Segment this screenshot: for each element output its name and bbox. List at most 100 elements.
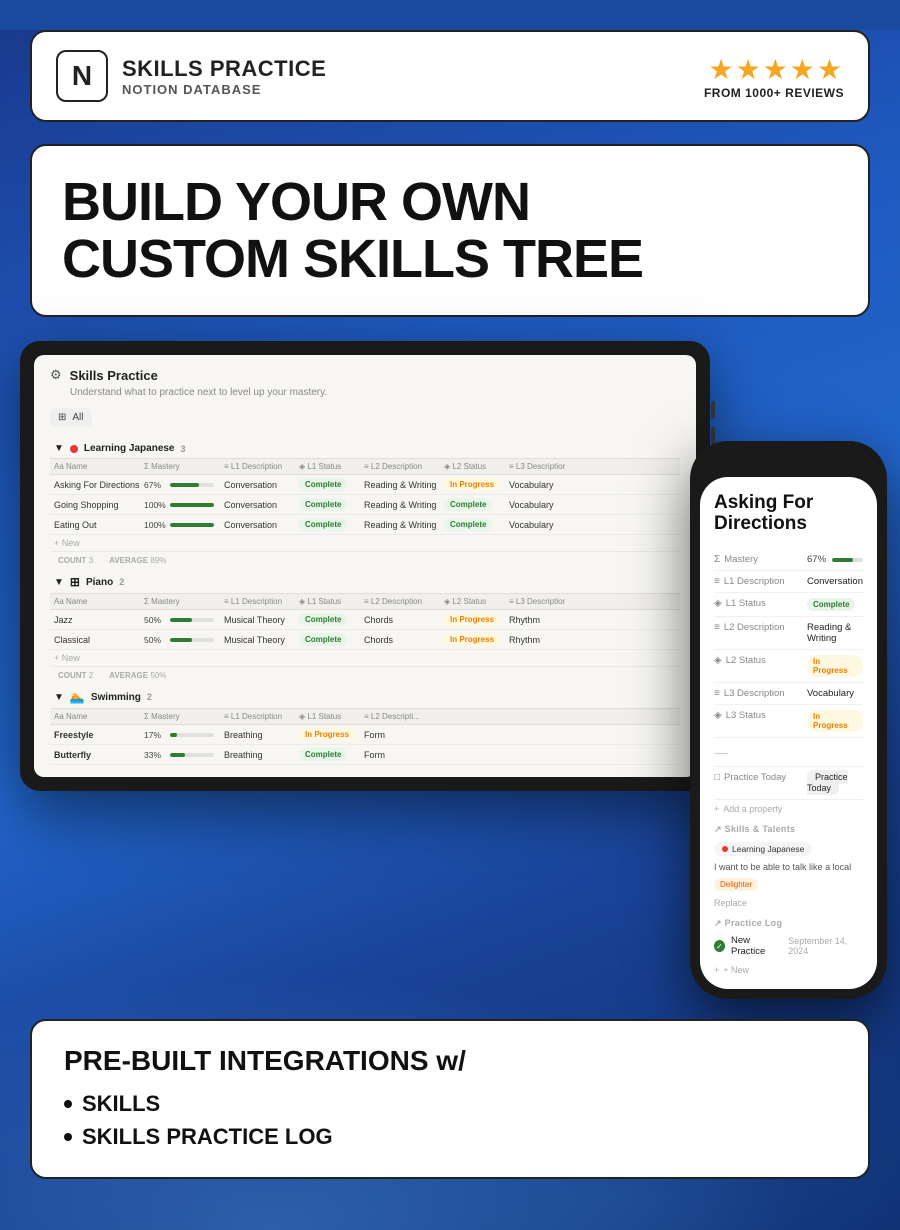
table-row[interactable]: Eating Out 100% Conversation Complete Re… xyxy=(50,515,680,535)
cell-l2desc: Reading & Writing xyxy=(360,477,440,493)
app-header: ⚙ Skills Practice xyxy=(50,367,680,383)
prop-value-l2desc: Reading & Writing xyxy=(807,622,863,644)
group-dot-japanese xyxy=(70,445,78,453)
cell-mastery: 100% xyxy=(140,517,220,533)
cell-l1status: Complete xyxy=(295,515,360,534)
cell-l2desc: Chords xyxy=(360,612,440,628)
table-row[interactable]: Classical 50% Musical Theory Complete Ch… xyxy=(50,630,680,650)
prop-skills-relation[interactable]: Learning Japanese I want to be able to t… xyxy=(714,837,863,896)
grid-view-icon: ⊞ xyxy=(58,412,66,423)
col-l3desc: ≡ L3 Description xyxy=(505,459,565,474)
cell-name: Going Shopping xyxy=(50,497,140,513)
col-l2status: ◈ L2 Status xyxy=(440,459,505,474)
tablet-screen: ⚙ Skills Practice Understand what to pra… xyxy=(34,355,696,777)
prop-l1status: ◈ L1 Status Complete xyxy=(714,593,863,617)
cell-l2desc: Reading & Writing xyxy=(360,497,440,513)
cell-mastery: 67% xyxy=(140,477,220,493)
col-headers-japanese: Aa Name Σ Mastery ≡ L1 Description ◈ L1 … xyxy=(50,458,680,475)
bottom-card: PRE-BUILT INTEGRATIONS w/ SKILLS SKILLS … xyxy=(30,1019,870,1179)
cell-mastery: 50% xyxy=(140,632,220,648)
cell-l2desc: Form xyxy=(360,727,440,743)
cell-l1status: Complete xyxy=(295,475,360,494)
relation-desc: I want to be able to talk like a local xyxy=(714,862,851,872)
log-new-button[interactable]: + + New xyxy=(714,961,863,979)
bullet-icon xyxy=(64,1133,72,1141)
prop-label-l3desc: ≡ L3 Description xyxy=(714,688,799,699)
header-right: ★★★★★ FROM 1000+ REVIEWS xyxy=(704,53,844,100)
cell-mastery: 50% xyxy=(140,612,220,628)
table-row[interactable]: Going Shopping 100% Conversation Complet… xyxy=(50,495,680,515)
col-name: Aa Name xyxy=(50,709,140,724)
cell-mastery: 17% xyxy=(140,727,220,743)
prop-label-mastery: Σ Mastery xyxy=(714,554,799,565)
table-row[interactable]: Asking For Directions 67% Conversation C… xyxy=(50,475,680,495)
relation-tag[interactable]: Learning Japanese xyxy=(714,842,812,856)
notion-app: ⚙ Skills Practice Understand what to pra… xyxy=(34,355,696,777)
col-l2desc: ≡ L2 Descripti... xyxy=(360,709,440,724)
status-icon: ◈ xyxy=(714,598,722,609)
prop-label-l1desc: ≡ L1 Description xyxy=(714,576,799,587)
cell-l3desc: Vocabulary xyxy=(505,517,565,533)
cell-l1desc: Conversation xyxy=(220,477,295,493)
view-toggle[interactable]: ⊞ All xyxy=(50,408,92,427)
col-name: Aa Name xyxy=(50,594,140,609)
replace-label[interactable]: Replace xyxy=(714,896,863,912)
table-row[interactable]: Freestyle 17% Breathing In Progress Form xyxy=(50,725,680,745)
relation-dot xyxy=(722,846,728,852)
divider: — xyxy=(714,738,863,767)
group-header-piano[interactable]: ▼ ⊞ Piano 2 xyxy=(50,569,680,593)
star-rating: ★★★★★ xyxy=(704,53,844,86)
col-l1status: ◈ L1 Status xyxy=(295,594,360,609)
cell-mastery: 33% xyxy=(140,747,220,763)
prop-value-l3status: In Progress xyxy=(807,710,863,732)
cell-l2status: Complete xyxy=(440,515,505,534)
list-item: SKILLS xyxy=(64,1087,836,1120)
group-japanese: ▼ Learning Japanese 3 Aa Name Σ Mastery … xyxy=(50,437,680,569)
prop-value-l1desc: Conversation xyxy=(807,576,863,587)
swimming-icon: 🏊 xyxy=(70,690,85,704)
group-footer-japanese: COUNT 3 AVERAGE 89% xyxy=(50,551,680,569)
cell-l1desc: Musical Theory xyxy=(220,612,295,628)
prop-l2desc: ≡ L2 Description Reading & Writing xyxy=(714,617,863,650)
phone-mockup: Asking For Directions Σ Mastery 67% ≡ xyxy=(690,441,887,999)
cell-name: Asking For Directions xyxy=(50,477,140,493)
new-row-japanese[interactable]: + New xyxy=(50,535,680,551)
cell-name: Freestyle xyxy=(50,727,140,743)
prop-label-practice: □ Practice Today xyxy=(714,772,799,783)
practice-log-section-label: ↗ Practice Log xyxy=(714,912,863,931)
prop-value-practice[interactable]: Practice Today xyxy=(807,772,863,794)
practice-log-entry[interactable]: ✓ New Practice September 14, 2024 xyxy=(714,931,863,961)
col-l2status: ◈ L2 Status xyxy=(440,594,505,609)
header-card: N SKILLS PRACTICE NOTION DATABASE ★★★★★ … xyxy=(30,30,870,122)
phone-content: Asking For Directions Σ Mastery 67% ≡ xyxy=(700,483,877,989)
cell-l1desc: Conversation xyxy=(220,517,295,533)
table-row[interactable]: Jazz 50% Musical Theory Complete Chords … xyxy=(50,610,680,630)
phone-page-title: Asking For Directions xyxy=(714,493,863,535)
collapse-icon: ▼ xyxy=(54,692,64,703)
group-header-swimming[interactable]: ▼ 🏊 Swimming 2 xyxy=(50,684,680,708)
cell-l1desc: Breathing xyxy=(220,727,295,743)
header-left: N SKILLS PRACTICE NOTION DATABASE xyxy=(56,50,326,102)
list-icon: ≡ xyxy=(714,576,720,587)
review-count: FROM 1000+ REVIEWS xyxy=(704,86,844,100)
col-headers-swimming: Aa Name Σ Mastery ≡ L1 Description ◈ L1 … xyxy=(50,708,680,725)
cell-l2status: Complete xyxy=(440,495,505,514)
add-property[interactable]: + Add a property xyxy=(714,800,863,818)
col-mastery: Σ Mastery xyxy=(140,594,220,609)
cell-l2status: In Progress xyxy=(440,630,505,649)
cell-l3desc: Rhythm xyxy=(505,632,565,648)
group-count-swimming: 2 xyxy=(147,692,152,702)
bottom-title: PRE-BUILT INTEGRATIONS w/ xyxy=(64,1045,836,1077)
list-item: SKILLS PRACTICE LOG xyxy=(64,1120,836,1153)
group-count-japanese: 3 xyxy=(181,444,186,454)
group-name-piano: Piano xyxy=(86,577,113,588)
new-row-piano[interactable]: + New xyxy=(50,650,680,666)
prop-l3desc: ≡ L3 Description Vocabulary xyxy=(714,683,863,705)
cell-mastery: 100% xyxy=(140,497,220,513)
group-header-japanese[interactable]: ▼ Learning Japanese 3 xyxy=(50,437,680,458)
prop-value-l2status: In Progress xyxy=(807,655,863,677)
group-name-japanese: Learning Japanese xyxy=(84,443,175,454)
col-l3desc: ≡ L3 Description xyxy=(505,594,565,609)
table-row[interactable]: Butterfly 33% Breathing Complete Form xyxy=(50,745,680,765)
cell-l2desc: Chords xyxy=(360,632,440,648)
